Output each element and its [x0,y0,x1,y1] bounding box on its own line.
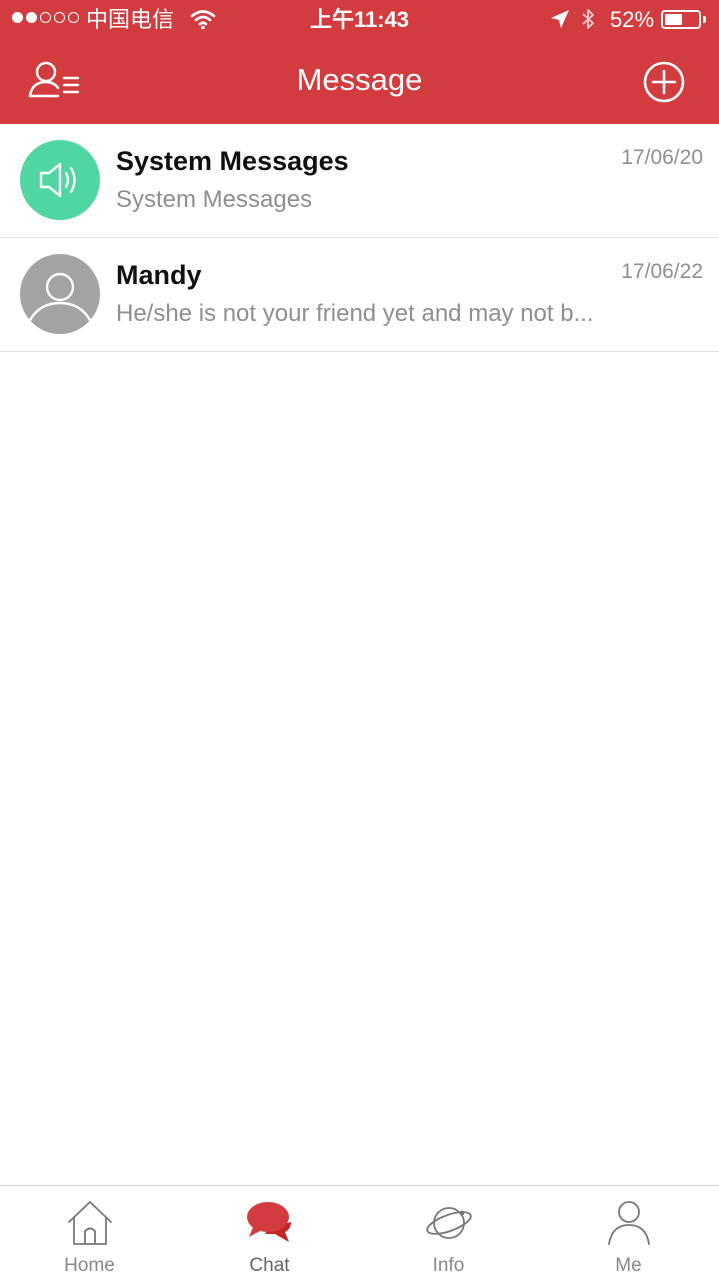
conversation-item-mandy[interactable]: Mandy He/she is not your friend yet and … [0,238,719,352]
battery-percent: 52% [610,7,655,32]
conversation-preview: System Messages [116,186,313,213]
add-button[interactable] [640,58,688,106]
page-title: Message [296,62,423,97]
conversation-item-system-messages[interactable]: System Messages System Messages 17/06/20 [0,124,719,238]
tab-chat[interactable]: Chat [180,1186,359,1280]
nav-bar: Message [0,40,719,124]
conversation-date: 17/06/20 [621,146,703,169]
home-icon [0,1198,179,1248]
person-icon [539,1198,718,1248]
speaker-icon [39,162,76,198]
planet-icon [359,1198,538,1248]
conversation-name: System Messages [116,146,349,176]
avatar [20,254,100,334]
tab-info[interactable]: Info [359,1186,538,1280]
battery-nub [703,16,706,23]
message-screen: 中国电信 上午11:43 52% Message System Messages… [0,0,719,1280]
conversation-list: System Messages System Messages 17/06/20… [0,124,719,352]
tab-label: Info [432,1255,465,1276]
location-arrow-icon [550,9,570,34]
status-bar: 中国电信 上午11:43 52% [0,0,719,40]
default-user-icon [28,272,92,322]
chat-bubbles-icon [180,1198,359,1248]
tab-label: Chat [249,1255,290,1276]
tab-label: Home [64,1255,115,1276]
bluetooth-icon [580,7,596,36]
avatar [20,140,100,220]
tab-home[interactable]: Home [0,1186,179,1280]
add-circle-icon [643,61,685,103]
conversation-date: 17/06/22 [621,260,703,283]
tab-label: Me [615,1255,642,1276]
battery-icon [661,10,701,29]
battery-level-fill [665,14,682,25]
tab-me[interactable]: Me [539,1186,718,1280]
tab-bar: Home Chat Info Me [0,1185,719,1280]
header: 中国电信 上午11:43 52% Message [0,0,719,124]
conversation-preview: He/she is not your friend yet and may no… [116,300,594,327]
conversation-name: Mandy [116,260,202,290]
